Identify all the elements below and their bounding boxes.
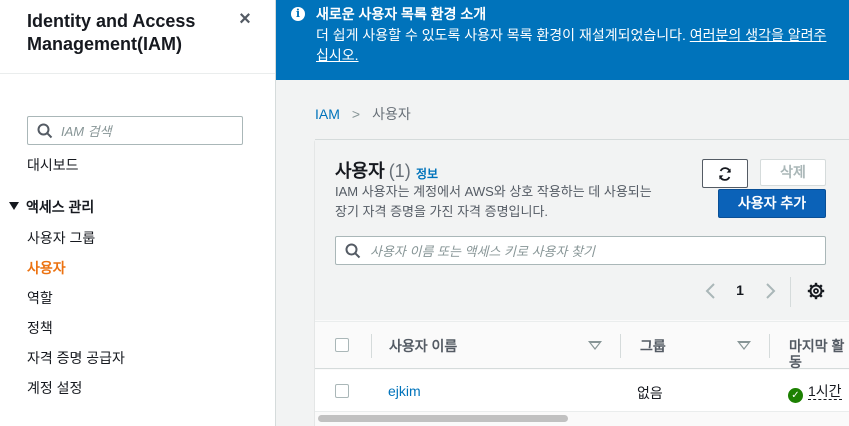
sidebar-item-dashboard[interactable]: 대시보드 — [27, 156, 79, 174]
column-header-group[interactable]: 그룹 — [640, 338, 666, 354]
sidebar-section-label: 액세스 관리 — [26, 199, 95, 215]
user-search[interactable] — [335, 236, 826, 265]
table-row: ejkim 없음 ✓ 1시간 — [315, 370, 849, 412]
banner-text: 더 쉽게 사용할 수 있도록 사용자 목록 환경이 재설계되었습니다. 여러분의… — [316, 25, 836, 65]
column-divider — [371, 334, 372, 358]
sidebar-section-access-management[interactable]: 액세스 관리 — [9, 198, 94, 216]
panel-description: IAM 사용자는 계정에서 AWS와 상호 작용하는 데 사용되는 장기 자격 … — [335, 184, 652, 219]
sidebar-item-account-settings[interactable]: 계정 설정 — [27, 379, 82, 397]
sidebar-item-user-groups[interactable]: 사용자 그룹 — [27, 229, 95, 247]
column-divider — [769, 334, 770, 358]
chevron-left-icon[interactable] — [704, 281, 718, 301]
refresh-icon — [719, 167, 731, 181]
users-panel: 사용자 (1) 정보 IAM 사용자는 계정에서 AWS와 상호 작용하는 데 사… — [315, 140, 849, 426]
user-search-input[interactable] — [370, 241, 810, 261]
sidebar-divider — [0, 73, 275, 74]
chevron-right-icon[interactable] — [763, 281, 777, 301]
row-checkbox[interactable] — [335, 384, 349, 398]
page-number[interactable]: 1 — [733, 282, 747, 298]
sidebar-item-policies[interactable]: 정책 — [27, 319, 53, 337]
user-group: 없음 — [637, 385, 663, 401]
column-header-user-name[interactable]: 사용자 이름 — [389, 338, 457, 354]
panel-title: 사용자 (1) — [335, 160, 411, 182]
last-activity: ✓ 1시간 — [788, 381, 842, 403]
check-circle-icon: ✓ — [788, 388, 803, 403]
chevron-right-icon: > — [351, 106, 361, 122]
sidebar-item-users[interactable]: 사용자 — [27, 259, 66, 277]
iam-console: Identity and Access Management(IAM) × 대시… — [0, 0, 849, 426]
banner-title: 새로운 사용자 목록 환경 소개 — [316, 6, 487, 22]
select-all-checkbox[interactable] — [335, 338, 349, 352]
panel-title-label: 사용자 — [335, 161, 385, 181]
sidebar: Identity and Access Management(IAM) × 대시… — [0, 0, 276, 426]
info-link[interactable]: 정보 — [416, 165, 438, 182]
sidebar-search[interactable] — [27, 116, 243, 145]
sort-down-icon[interactable] — [737, 341, 751, 350]
last-activity-value: 1시간 — [808, 383, 842, 400]
breadcrumb: IAM > 사용자 — [315, 105, 411, 123]
breadcrumb-iam[interactable]: IAM — [315, 106, 340, 122]
user-count: (1) — [388, 161, 411, 181]
column-divider — [620, 334, 621, 358]
column-header-last-activity[interactable]: 마지막 활동 — [789, 338, 849, 370]
close-icon[interactable]: × — [236, 9, 254, 29]
search-icon — [37, 123, 53, 139]
add-user-button[interactable]: 사용자 추가 — [718, 189, 826, 218]
sort-down-icon[interactable] — [588, 341, 602, 350]
sidebar-title: Identity and Access Management(IAM) — [27, 11, 196, 54]
info-icon: i — [291, 7, 305, 21]
pager-divider — [790, 277, 791, 307]
sidebar-search-input[interactable] — [61, 121, 236, 141]
user-name-link[interactable]: ejkim — [388, 383, 421, 399]
table-header: 사용자 이름 그룹 마지막 활동 — [315, 321, 849, 370]
search-icon — [345, 243, 361, 259]
banner-message: 더 쉽게 사용할 수 있도록 사용자 목록 환경이 재설계되었습니다. — [316, 27, 690, 43]
caret-down-icon — [9, 202, 19, 210]
delete-button[interactable]: 삭제 — [760, 159, 826, 186]
gear-icon[interactable] — [807, 282, 825, 300]
horizontal-scrollbar[interactable] — [318, 415, 568, 422]
breadcrumb-current: 사용자 — [372, 106, 411, 122]
sidebar-item-roles[interactable]: 역할 — [27, 289, 53, 307]
users-panel-header: 사용자 (1) 정보 IAM 사용자는 계정에서 AWS와 상호 작용하는 데 사… — [315, 140, 849, 320]
info-banner: i 새로운 사용자 목록 환경 소개 더 쉽게 사용할 수 있도록 사용자 목록… — [276, 0, 849, 80]
sidebar-item-identity-providers[interactable]: 자격 증명 공급자 — [27, 349, 125, 367]
refresh-button[interactable] — [702, 159, 748, 188]
